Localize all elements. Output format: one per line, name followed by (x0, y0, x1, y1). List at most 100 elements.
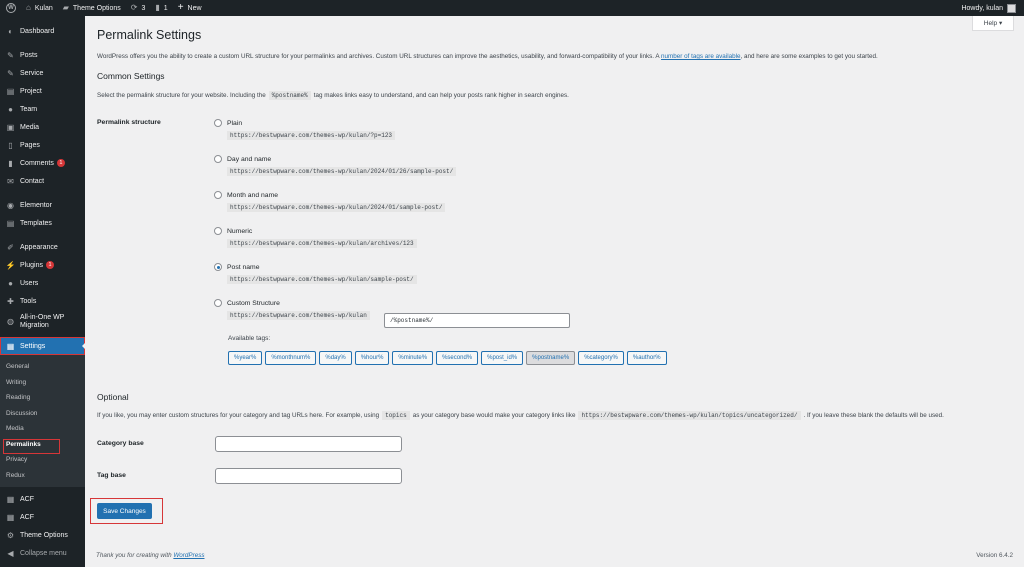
footer-thanks: Thank you for creating with WordPress (96, 552, 205, 559)
available-tags: %year% %monthnum% %day% %hour% %minute% … (228, 351, 667, 365)
radio-custom-structure[interactable] (214, 299, 222, 307)
sidebar-item-plugins[interactable]: ⚡ Plugins 1 (0, 256, 85, 274)
sidebar-item-users[interactable]: ● Users (0, 274, 85, 292)
main-content: Help ▾ Permalink Settings WordPress offe… (85, 16, 1024, 567)
radio-month-and-name[interactable] (214, 191, 222, 199)
howdy-text: Howdy, kulan (961, 4, 1003, 12)
example-url: https://bestwpware.com/themes-wp/kulan/2… (227, 203, 446, 212)
comments-link[interactable]: ▮ 1 (150, 0, 172, 16)
radio-numeric[interactable] (214, 227, 222, 235)
tag-button-category[interactable]: %category% (578, 351, 624, 365)
example-url: https://bestwpware.com/themes-wp/kulan/2… (227, 167, 457, 176)
tag-button-postname[interactable]: %postname% (526, 351, 576, 365)
tag-button-second[interactable]: %second% (436, 351, 479, 365)
tag-button-minute[interactable]: %minute% (392, 351, 434, 365)
sidebar-item-project[interactable]: ▤ Project (0, 82, 85, 100)
my-account[interactable]: Howdy, kulan (956, 0, 1024, 16)
option-month-and-name[interactable]: Month and name https://bestwpware.com/th… (214, 191, 446, 212)
sidebar-item-acf-2[interactable]: ▦ ACF (0, 508, 85, 526)
updates-link[interactable]: ⟳ 3 (126, 0, 151, 16)
new-label: New (187, 4, 202, 12)
sidebar-item-posts[interactable]: ✎ Posts (0, 46, 85, 64)
option-day-and-name[interactable]: Day and name https://bestwpware.com/them… (214, 155, 457, 176)
sidebar-item-service[interactable]: ✎ Service (0, 64, 85, 82)
sidebar-item-acf-1[interactable]: ▦ ACF (0, 490, 85, 508)
tag-button-post-id[interactable]: %post_id% (481, 351, 524, 365)
sidebar-item-comments[interactable]: ▮ Comments 1 (0, 154, 85, 172)
submenu-item-general[interactable]: General (0, 359, 85, 375)
custom-structure-input[interactable]: /%postname%/ (384, 313, 570, 328)
migration-icon: ◍ (7, 317, 14, 326)
site-name-link[interactable]: ⌂ Kulan (21, 0, 58, 16)
option-custom-structure[interactable]: Custom Structure https://bestwpware.com/… (214, 299, 370, 320)
submenu-item-writing[interactable]: Writing (0, 375, 85, 391)
tag-base-input[interactable] (215, 468, 402, 484)
sidebar-item-label: ACF (20, 513, 34, 521)
comments-count: 1 (163, 4, 168, 12)
tag-button-hour[interactable]: %hour% (354, 351, 390, 365)
help-tab-button[interactable]: Help ▾ (972, 16, 1014, 31)
sidebar-item-label: Team (20, 105, 38, 113)
intro-text: WordPress offers you the ability to crea… (97, 53, 878, 60)
sidebar-item-label: Theme Options (20, 531, 68, 539)
admin-sidebar: ◐ Dashboard ✎ Posts ✎ Service ▤ Project ● Tea… (0, 16, 86, 567)
tag-button-year[interactable]: %year% (228, 351, 263, 365)
theme-options-link[interactable]: ▰ Theme Options (58, 0, 126, 16)
new-content-link[interactable]: + New (173, 0, 207, 16)
submenu-item-reading[interactable]: Reading (0, 390, 85, 406)
sidebar-item-tools[interactable]: ✚ Tools (0, 292, 85, 310)
sidebar-item-migration[interactable]: ◍ All-in-One WP Migration (0, 310, 85, 334)
comments-badge: 1 (56, 159, 65, 167)
elementor-icon: ◉ (7, 200, 14, 210)
sidebar-item-label: Media (20, 123, 40, 131)
submenu-item-media[interactable]: Media (0, 421, 85, 437)
tags-available-link[interactable]: number of tags are available (661, 53, 740, 60)
option-plain[interactable]: Plain https://bestwpware.com/themes-wp/k… (214, 119, 396, 140)
example-url: https://bestwpware.com/themes-wp/kulan/s… (227, 275, 417, 284)
sidebar-item-settings[interactable]: ▦ Settings (0, 337, 86, 355)
save-changes-button[interactable]: Save Changes (97, 503, 152, 519)
sidebar-item-templates[interactable]: ▤ Templates (0, 214, 85, 232)
acf-icon: ▦ (6, 512, 15, 522)
sidebar-item-dashboard[interactable]: ◐ Dashboard (0, 22, 85, 40)
sidebar-item-contact[interactable]: ✉ Contact (0, 172, 85, 190)
wordpress-logo-icon[interactable]: W (0, 0, 21, 16)
category-base-input[interactable] (215, 436, 402, 452)
templates-icon: ▤ (6, 218, 15, 228)
sidebar-item-pages[interactable]: ▯ Pages (0, 136, 85, 154)
optional-description: If you like, you may enter custom struct… (97, 411, 944, 420)
option-numeric[interactable]: Numeric https://bestwpware.com/themes-wp… (214, 227, 417, 248)
theme-options-label: Theme Options (72, 4, 121, 12)
version-text: Version 6.4.2 (976, 552, 1013, 559)
submenu-item-privacy[interactable]: Privacy (0, 452, 85, 468)
sidebar-item-media[interactable]: ▣ Media (0, 118, 85, 136)
sidebar-item-appearance[interactable]: ✐ Appearance (0, 238, 85, 256)
tag-button-author[interactable]: %author% (626, 351, 667, 365)
site-name: Kulan (34, 4, 53, 12)
sidebar-item-label: Collapse menu (20, 549, 67, 557)
users-icon: ● (8, 278, 13, 288)
radio-post-name[interactable] (214, 263, 222, 271)
sidebar-item-elementor[interactable]: ◉ Elementor (0, 196, 85, 214)
submenu-item-discussion[interactable]: Discussion (0, 406, 85, 422)
plus-icon: + (177, 2, 184, 13)
sidebar-item-label: Users (20, 279, 39, 287)
tag-button-monthnum[interactable]: %monthnum% (265, 351, 317, 365)
pages-icon: ▯ (8, 140, 13, 150)
wordpress-link[interactable]: WordPress (173, 552, 204, 559)
sidebar-item-team[interactable]: ● Team (0, 100, 85, 118)
permalinks-highlight (3, 439, 60, 454)
theme-options-icon: ▰ (62, 3, 69, 12)
submenu-item-redux[interactable]: Redux (0, 468, 85, 484)
home-icon: ⌂ (26, 3, 31, 12)
collapse-menu-button[interactable]: ◀ Collapse menu (0, 544, 85, 562)
collapse-icon: ◀ (7, 548, 14, 558)
updates-count: 3 (141, 4, 146, 12)
radio-plain[interactable] (214, 119, 222, 127)
tag-button-day[interactable]: %day% (319, 351, 352, 365)
sidebar-item-theme-options[interactable]: ⚙ Theme Options (0, 526, 85, 544)
sidebar-item-label: Posts (20, 51, 38, 59)
radio-day-and-name[interactable] (214, 155, 222, 163)
option-post-name[interactable]: Post name https://bestwpware.com/themes-… (214, 263, 417, 284)
sidebar-item-label: Contact (20, 177, 45, 185)
